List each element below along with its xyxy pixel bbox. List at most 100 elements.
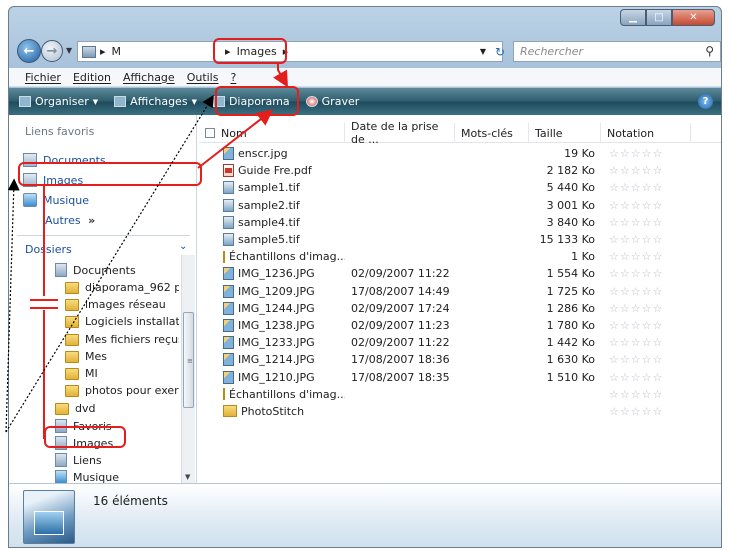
- rating-stars[interactable]: ☆☆☆☆☆: [601, 181, 691, 194]
- file-size: 1 442 Ko: [546, 336, 595, 350]
- file-row[interactable]: IMG_1244.JPG 02/09/2007 17:24 1 286 Ko ☆☆☆☆…: [199, 300, 721, 317]
- column-name[interactable]: Nom: [199, 123, 345, 143]
- rating-stars[interactable]: ☆☆☆☆☆: [601, 353, 691, 366]
- tree-item[interactable]: diaporama_962 projet: [65, 281, 179, 294]
- select-all-checkbox[interactable]: [205, 128, 215, 138]
- file-row[interactable]: IMG_1238.JPG 02/09/2007 11:23 1 780 Ko ☆☆☆☆…: [199, 317, 721, 334]
- file-name: IMG_1209.JPG: [238, 284, 315, 298]
- burn-label: Graver: [321, 95, 360, 108]
- pdf-file-icon: [223, 164, 234, 178]
- tree-item[interactable]: images réseau: [65, 298, 166, 311]
- rating-stars[interactable]: ☆☆☆☆☆: [601, 216, 691, 229]
- help-icon[interactable]: ?: [698, 94, 713, 109]
- tree-item[interactable]: dvd: [55, 402, 95, 415]
- column-tags[interactable]: Mots-clés: [455, 123, 529, 143]
- chevron-down-icon: ▼: [191, 97, 197, 106]
- tree-item[interactable]: Liens: [55, 453, 102, 467]
- rating-stars[interactable]: ☆☆☆☆☆: [601, 285, 691, 298]
- file-row[interactable]: PhotoStitch ☆☆☆☆☆: [199, 403, 721, 420]
- rating-stars[interactable]: ☆☆☆☆☆: [601, 405, 691, 418]
- close-button[interactable]: ✕: [672, 9, 715, 26]
- image-file-icon: [223, 215, 234, 229]
- column-date[interactable]: Date de la prise de ...: [345, 120, 455, 146]
- menu-file[interactable]: Fichier: [25, 71, 61, 84]
- file-row[interactable]: Échantillons d'imag... 1 Ko ☆☆☆☆☆: [199, 248, 721, 265]
- rating-stars[interactable]: ☆☆☆☆☆: [601, 164, 691, 177]
- favorite-music[interactable]: Musique: [23, 193, 89, 207]
- image-file-icon: [223, 370, 234, 384]
- rating-stars[interactable]: ☆☆☆☆☆: [601, 147, 691, 160]
- details-pane: 16 éléments: [9, 483, 721, 547]
- chevron-down-icon: ▼: [92, 97, 99, 106]
- file-size: 1 630 Ko: [546, 353, 595, 367]
- file-row[interactable]: Guide Fre.pdf 2 182 Ko ☆☆☆☆☆: [199, 162, 721, 179]
- views-button[interactable]: Affichages ▼: [114, 95, 197, 108]
- file-row[interactable]: IMG_1236.JPG 02/09/2007 11:22 1 554 Ko ☆☆☆☆…: [199, 265, 721, 282]
- tree-item[interactable]: Documents: [55, 263, 136, 277]
- file-row[interactable]: IMG_1233.JPG 02/09/2007 11:22 1 442 Ko ☆☆☆☆…: [199, 334, 721, 351]
- refresh-icon: ↻: [494, 45, 506, 59]
- menu-view[interactable]: Affichage: [123, 71, 175, 84]
- file-row[interactable]: IMG_1209.JPG 17/08/2007 14:49 1 725 Ko ☆☆☆☆…: [199, 283, 721, 300]
- column-size[interactable]: Taille: [529, 123, 601, 143]
- views-label: Affichages: [130, 95, 188, 108]
- file-row[interactable]: sample5.tif 15 133 Ko ☆☆☆☆☆: [199, 231, 721, 248]
- file-row[interactable]: sample4.tif 3 840 Ko ☆☆☆☆☆: [199, 214, 721, 231]
- file-row[interactable]: IMG_1210.JPG 17/08/2007 18:35 1 510 Ko ☆☆☆☆…: [199, 368, 721, 385]
- chevron-down-icon[interactable]: ⌄: [179, 241, 187, 252]
- menu-help[interactable]: ?: [230, 71, 236, 84]
- search-input[interactable]: Rechercher ⚲: [513, 41, 721, 62]
- chevron-down-icon[interactable]: ▼: [480, 47, 486, 56]
- tree-scrollbar[interactable]: ≡ ▼: [181, 255, 195, 483]
- file-name: IMG_1244.JPG: [238, 301, 315, 315]
- file-row[interactable]: Échantillons d'imag... ☆☆☆☆☆: [199, 386, 721, 403]
- maximize-icon: □: [654, 12, 664, 23]
- minimize-button[interactable]: ▁: [620, 9, 646, 26]
- more-favorites-link[interactable]: Autres »: [45, 214, 95, 227]
- explorer-window: ▁ □ ✕ ← → ▼ ▸ M ▸ Images ▸ ▼ ↻ Recherche…: [8, 6, 722, 548]
- file-row[interactable]: sample2.tif 3 001 Ko ☆☆☆☆☆: [199, 197, 721, 214]
- tree-item[interactable]: Mes: [65, 350, 107, 363]
- rating-stars[interactable]: ☆☆☆☆☆: [601, 371, 691, 384]
- rating-stars[interactable]: ☆☆☆☆☆: [601, 267, 691, 280]
- search-icon[interactable]: ⚲: [705, 44, 714, 58]
- history-dropdown[interactable]: ▼: [66, 46, 72, 55]
- organize-button[interactable]: Organiser ▼: [19, 95, 98, 108]
- music-icon: [55, 470, 67, 483]
- arrow-left-icon: ←: [23, 43, 35, 59]
- rating-stars[interactable]: ☆☆☆☆☆: [601, 336, 691, 349]
- maximize-button[interactable]: □: [646, 9, 672, 26]
- back-button[interactable]: ←: [17, 39, 41, 63]
- breadcrumb-user[interactable]: M: [112, 45, 122, 58]
- rating-stars[interactable]: ☆☆☆☆☆: [601, 233, 691, 246]
- scrollbar-thumb[interactable]: ≡: [183, 312, 194, 408]
- rating-stars[interactable]: ☆☆☆☆☆: [601, 319, 691, 332]
- refresh-button[interactable]: ↻: [489, 44, 511, 60]
- rating-stars[interactable]: ☆☆☆☆☆: [601, 199, 691, 212]
- tree-item[interactable]: photos pour exercice: [65, 384, 179, 397]
- tree-item[interactable]: Musique: [55, 470, 119, 483]
- rating-stars[interactable]: ☆☆☆☆☆: [601, 250, 691, 263]
- forward-button[interactable]: →: [41, 40, 63, 62]
- annotation-box-favorite-images: [18, 162, 202, 186]
- file-name: sample4.tif: [238, 215, 300, 229]
- file-row[interactable]: sample1.tif 5 440 Ko ☆☆☆☆☆: [199, 179, 721, 196]
- tree-item[interactable]: Logiciels installations: [65, 315, 179, 328]
- rating-stars[interactable]: ☆☆☆☆☆: [601, 388, 691, 401]
- address-field[interactable]: ▸ M ▸ Images ▸ ▼: [77, 41, 503, 62]
- burn-button[interactable]: Graver: [305, 95, 360, 108]
- tree-item-label: images réseau: [85, 298, 166, 311]
- file-size: 1 510 Ko: [546, 370, 595, 384]
- breadcrumb-redacted: [127, 43, 222, 60]
- file-row[interactable]: IMG_1214.JPG 17/08/2007 18:36 1 630 Ko ☆☆☆☆…: [199, 351, 721, 368]
- tree-item[interactable]: MI: [65, 367, 98, 380]
- menu-tools[interactable]: Outils: [187, 71, 219, 84]
- scroll-down-icon[interactable]: ▼: [185, 473, 190, 481]
- rating-stars[interactable]: ☆☆☆☆☆: [601, 302, 691, 315]
- column-rating[interactable]: Notation: [601, 123, 691, 143]
- file-size: 15 133 Ko: [539, 233, 595, 247]
- folders-title[interactable]: Dossiers: [25, 243, 72, 256]
- tree-item[interactable]: Mes fichiers reçus: [65, 333, 179, 346]
- menu-edit[interactable]: Edition: [73, 71, 111, 84]
- file-row[interactable]: enscr.jpg 19 Ko ☆☆☆☆☆: [199, 145, 721, 162]
